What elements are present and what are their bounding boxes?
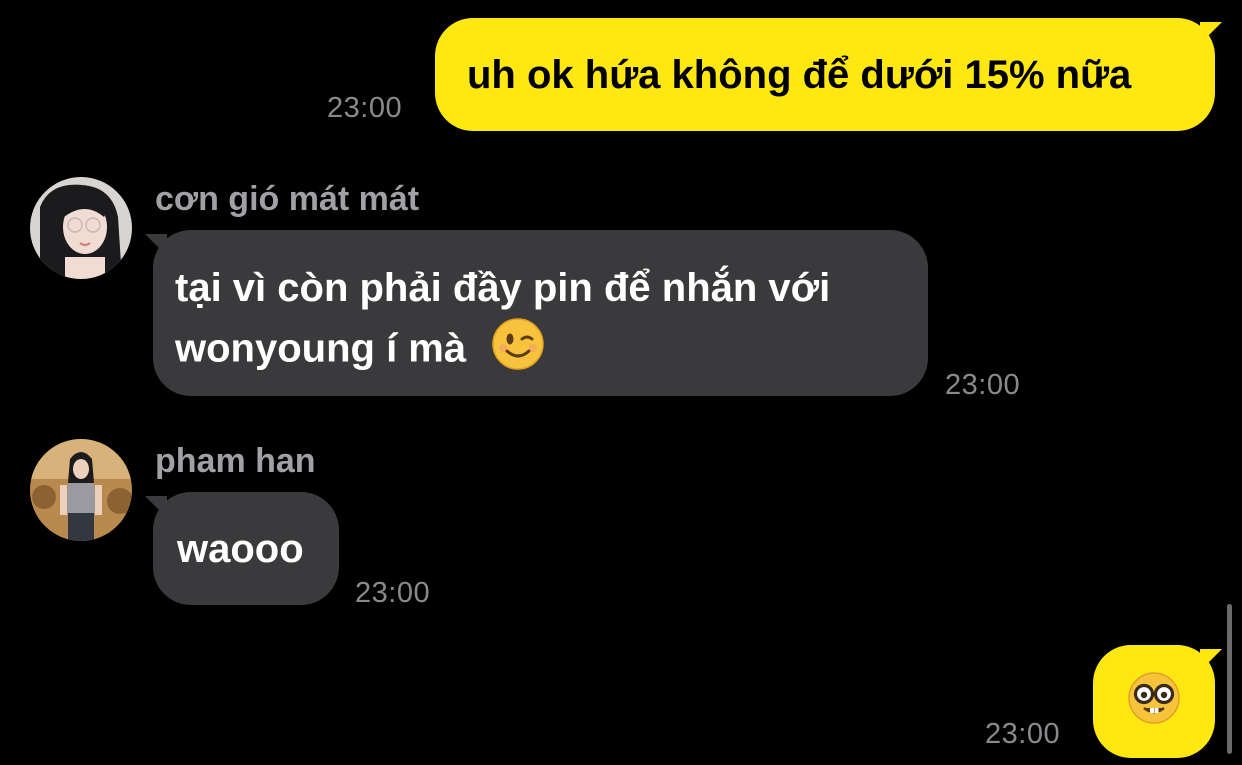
message-text-line: tại vì còn phải đầy pin để nhắn với bbox=[175, 266, 831, 310]
message-text: uh ok hứa không để dưới 15% nữa bbox=[467, 52, 1132, 97]
message-bubble[interactable] bbox=[1093, 645, 1215, 758]
bubble-tail bbox=[1200, 649, 1222, 671]
nerd-face-icon bbox=[1127, 671, 1181, 732]
message-timestamp: 23:00 bbox=[355, 577, 431, 609]
message-text-line-2: wonyoung í mà bbox=[175, 317, 906, 385]
avatar[interactable] bbox=[30, 177, 132, 279]
message-bubble[interactable]: tại vì còn phải đầy pin để nhắn với wony… bbox=[153, 230, 928, 396]
message-timestamp: 23:00 bbox=[327, 92, 403, 124]
sender-name: pham han bbox=[155, 442, 316, 480]
message-bubble[interactable]: uh ok hứa không để dưới 15% nữa bbox=[435, 18, 1215, 131]
bubble-tail bbox=[1200, 22, 1222, 44]
scrollbar[interactable] bbox=[1227, 604, 1232, 754]
avatar[interactable] bbox=[30, 439, 132, 541]
message-bubble[interactable]: waooo bbox=[153, 492, 339, 605]
message-text: waooo bbox=[177, 526, 304, 571]
message-timestamp: 23:00 bbox=[945, 369, 1021, 401]
winking-face-icon bbox=[491, 317, 545, 385]
profile-photo-girl-glasses-icon bbox=[30, 177, 132, 279]
message-text: wonyoung í mà bbox=[175, 326, 467, 371]
message-timestamp: 23:00 bbox=[985, 718, 1061, 750]
sender-name: cơn gió mát mát bbox=[155, 180, 420, 218]
chat-conversation[interactable]: 23:00 uh ok hứa không để dưới 15% nữa cơ… bbox=[0, 0, 1242, 765]
profile-photo-girl-standing-icon bbox=[30, 439, 132, 541]
